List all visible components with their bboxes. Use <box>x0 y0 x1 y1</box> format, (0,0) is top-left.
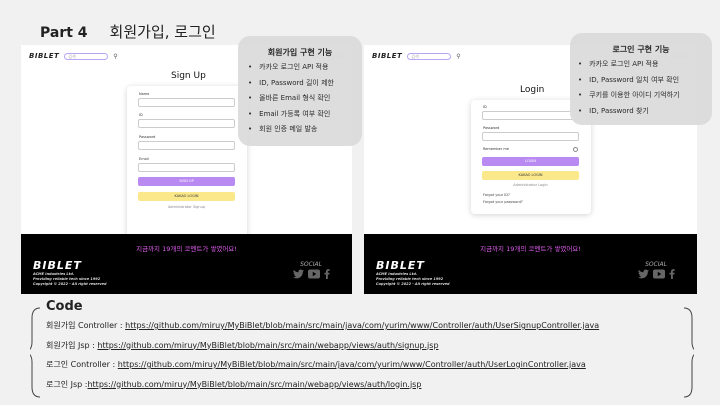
password-field[interactable] <box>482 132 579 141</box>
admin-login-link[interactable]: Administrator Login <box>482 183 579 187</box>
youtube-icon[interactable] <box>653 269 665 279</box>
footer-company: ACME Industries Ltd. <box>33 272 75 276</box>
search-icon[interactable]: ⚲ <box>456 53 460 60</box>
kakao-login-button[interactable]: KAKAO LOGIN <box>482 171 579 180</box>
password-label: Password <box>139 135 156 139</box>
password-field[interactable] <box>138 141 235 150</box>
login-page-title: Login <box>520 85 545 95</box>
login-features-bubble: 로그인 구현 기능 카카오 로그인 API 적용 ID, Password 일치… <box>570 33 712 125</box>
code-section-title: Code <box>43 299 86 314</box>
app-logo[interactable]: BIBLET <box>29 52 59 60</box>
feature-item: ID, Password 찾기 <box>578 104 680 120</box>
comment-banner: 지금까지 19개의 코멘트가 쌓였어요! <box>136 245 237 253</box>
app-logo[interactable]: BIBLET <box>372 52 402 60</box>
part-label: Part 4 <box>40 25 88 41</box>
twitter-icon[interactable] <box>293 269 304 279</box>
code-links-list: 회원가입 Controller : https://github.com/mir… <box>46 320 599 398</box>
admin-signup-link[interactable]: Administrator Signup <box>138 205 235 209</box>
id-label: ID <box>483 105 487 109</box>
remember-me-checkbox[interactable] <box>573 147 578 152</box>
id-label: ID <box>139 113 143 117</box>
feature-item: 회원 인증 메일 발송 <box>248 122 334 138</box>
code-link[interactable]: https://github.com/miruy/MyBiBlet/blob/m… <box>125 321 599 330</box>
slide-title: 회원가입, 로그인 <box>109 23 216 41</box>
code-link-row: 로그인 Jsp :https://github.com/miruy/MyBiBl… <box>46 379 599 399</box>
search-icon[interactable]: ⚲ <box>113 53 117 60</box>
footer-company: ACME Industries Ltd. <box>376 272 418 276</box>
footer-logo: BIBLET <box>33 259 82 272</box>
facebook-icon[interactable] <box>324 269 330 279</box>
site-footer: 지금까지 19개의 코멘트가 쌓였어요! BIBLET ACME Industr… <box>364 234 697 294</box>
feature-item: 쿠키를 이용한 아이디 기억하기 <box>578 88 679 104</box>
name-field[interactable] <box>138 98 235 107</box>
feature-item: ID, Password 일치 여부 확인 <box>578 73 680 89</box>
social-icons <box>293 269 330 279</box>
id-field[interactable] <box>482 111 579 120</box>
code-link[interactable]: https://github.com/miruy/MyBiBlet/blob/m… <box>97 341 438 350</box>
social-label: SOCIAL <box>300 261 322 268</box>
facebook-icon[interactable] <box>669 269 675 279</box>
email-label: Email <box>139 157 149 161</box>
code-link-label: 로그인 Jsp : <box>46 379 88 389</box>
feature-item: 올바른 Email 형식 확인 <box>248 91 334 107</box>
youtube-icon[interactable] <box>308 269 320 279</box>
site-footer: 지금까지 19개의 코멘트가 쌓였어요! BIBLET ACME Industr… <box>21 234 352 294</box>
signup-features-bubble: 회원가입 구현 기능 카카오 로그인 API 적용 ID, Password 길… <box>238 36 362 146</box>
search-input[interactable]: 검색 <box>64 52 109 60</box>
login-features-title: 로그인 구현 기능 <box>612 45 670 54</box>
forgot-id-link[interactable]: Forgot your ID? <box>483 193 510 197</box>
feature-item: 카카오 로그인 API 적용 <box>248 60 334 76</box>
comment-banner: 지금까지 19개의 코멘트가 쌓였어요! <box>480 245 581 253</box>
signup-features-list: 카카오 로그인 API 적용 ID, Password 길이 제한 올바른 Em… <box>248 60 334 138</box>
footer-tagline: Providing reliable tech since 1992 <box>33 277 101 281</box>
code-link[interactable]: https://github.com/miruy/MyBiBlet/blob/m… <box>87 380 421 389</box>
code-link-row: 회원가입 Jsp : https://github.com/miruy/MyBi… <box>46 340 599 360</box>
kakao-login-button[interactable]: KAKAO LOGIN <box>138 192 235 201</box>
name-label: Name <box>139 92 150 96</box>
password-label: Password <box>483 126 500 130</box>
remember-me-label: Remember me <box>483 147 509 151</box>
login-button[interactable]: LOGIN <box>482 157 579 166</box>
signup-features-title: 회원가입 구현 기능 <box>267 48 333 57</box>
code-link-row: 회원가입 Controller : https://github.com/mir… <box>46 320 599 340</box>
id-field[interactable] <box>138 119 235 128</box>
twitter-icon[interactable] <box>638 269 649 279</box>
feature-item: ID, Password 길이 제한 <box>248 76 334 92</box>
email-field[interactable] <box>138 163 235 172</box>
feature-item: Email 가등록 여부 확인 <box>248 107 334 123</box>
feature-item: 카카오 로그인 API 적용 <box>578 57 680 73</box>
slide-header: Part 4 회원가입, 로그인 <box>40 21 216 42</box>
code-link-label: 로그인 Controller : <box>46 360 118 369</box>
search-input[interactable]: 검색 <box>407 52 452 60</box>
footer-copyright: Copyright © 2022 - All right reserved <box>33 282 107 286</box>
login-features-list: 카카오 로그인 API 적용 ID, Password 일치 여부 확인 쿠키를… <box>578 57 680 120</box>
signup-page-title: Sign Up <box>171 71 206 81</box>
code-link-label: 회원가입 Controller : <box>46 321 126 330</box>
signup-button[interactable]: SIGN UP <box>138 177 235 186</box>
social-label: SOCIAL <box>645 261 667 268</box>
footer-tagline: Providing reliable tech since 1992 <box>376 277 444 281</box>
code-link-label: 회원가입 Jsp : <box>46 340 98 350</box>
social-icons <box>638 269 675 279</box>
footer-copyright: Copyright © 2022 - All right reserved <box>376 282 450 286</box>
footer-logo: BIBLET <box>376 259 425 272</box>
code-link-row: 로그인 Controller : https://github.com/miru… <box>46 359 599 379</box>
code-link[interactable]: https://github.com/miruy/MyBiBlet/blob/m… <box>118 360 586 369</box>
forgot-password-link[interactable]: Forgot your password? <box>483 200 523 204</box>
